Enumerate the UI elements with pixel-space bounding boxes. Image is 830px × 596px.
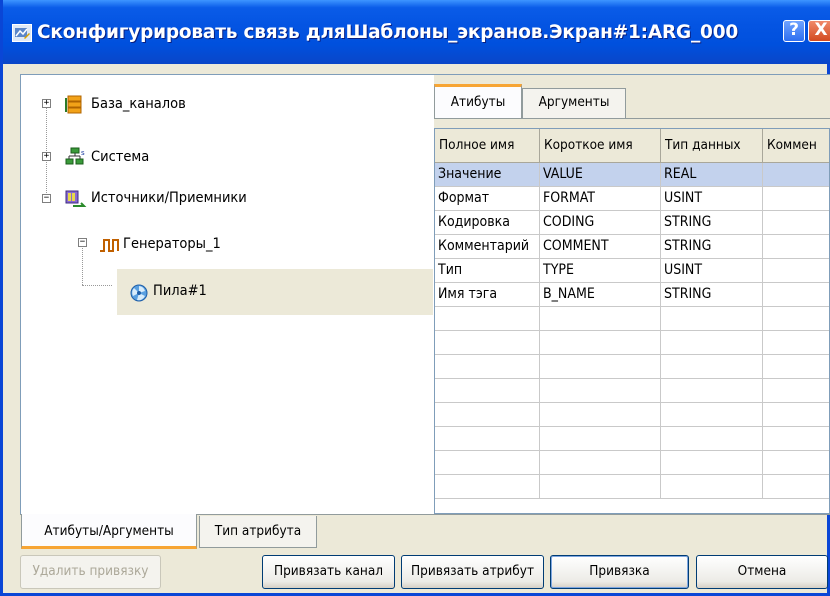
cell-full-name: Тип xyxy=(435,259,540,283)
tab-strip-line xyxy=(434,118,830,119)
attributes-panel: Атибуты Аргументы Полное имя Короткое им… xyxy=(434,75,830,514)
cell-short-name: VALUE xyxy=(540,163,661,187)
cell-full-name: Имя тэга xyxy=(435,283,540,307)
table-row[interactable]: Тип TYPE USINT xyxy=(435,259,829,283)
cell-comment xyxy=(763,259,829,283)
tab-attributes[interactable]: Атибуты xyxy=(434,84,522,118)
tree-item-label: База_каналов xyxy=(91,96,186,112)
cancel-button[interactable]: Отмена xyxy=(696,555,828,589)
column-header-full-name[interactable]: Полное имя xyxy=(435,129,540,163)
empty-table-row xyxy=(435,475,829,499)
cell-full-name: Комментарий xyxy=(435,235,540,259)
source-icon xyxy=(65,189,87,213)
tree-item-label: Источники/Приемники xyxy=(91,190,247,206)
table-row[interactable]: Формат FORMAT USINT xyxy=(435,187,829,211)
cell-data-type: USINT xyxy=(661,259,763,283)
title-bar[interactable]: Сконфигурировать связь дляШаблоны_экрано… xyxy=(3,0,830,64)
table-row[interactable]: Имя тэга B_NAME STRING xyxy=(435,283,829,307)
table-row[interactable]: Значение VALUE REAL xyxy=(435,163,829,187)
window-title: Сконфигурировать связь дляШаблоны_экрано… xyxy=(37,22,739,43)
cell-data-type: STRING xyxy=(661,235,763,259)
cell-data-type: STRING xyxy=(661,283,763,307)
bind-channel-button[interactable]: Привязать канал xyxy=(262,555,395,589)
cell-comment xyxy=(763,187,829,211)
table-row[interactable]: Комментарий COMMENT STRING xyxy=(435,235,829,259)
expand-icon[interactable]: + xyxy=(42,99,51,108)
binding-button[interactable]: Привязка xyxy=(550,555,689,589)
tree-item-label: Пила#1 xyxy=(153,283,207,299)
cell-full-name: Значение xyxy=(435,163,540,187)
expand-icon[interactable]: + xyxy=(42,152,51,161)
column-header-short-name[interactable]: Короткое имя xyxy=(540,129,661,163)
tab-attribute-type[interactable]: Тип атрибута xyxy=(199,516,317,548)
tree-item-channel-base[interactable]: + База_каналов xyxy=(21,94,421,116)
cell-short-name: FORMAT xyxy=(540,187,661,211)
tree-item-label: Генераторы_1 xyxy=(123,236,221,252)
cell-short-name: COMMENT xyxy=(540,235,661,259)
app-icon xyxy=(12,24,32,42)
cell-comment xyxy=(763,211,829,235)
fan-icon xyxy=(129,283,149,307)
cell-full-name: Формат xyxy=(435,187,540,211)
cell-data-type: USINT xyxy=(661,187,763,211)
tree-item-saw[interactable]: Пила#1 xyxy=(121,281,421,303)
empty-table-row xyxy=(435,331,829,355)
collapse-icon[interactable]: − xyxy=(42,194,51,203)
cell-comment xyxy=(763,235,829,259)
column-header-data-type[interactable]: Тип данных xyxy=(661,129,763,163)
tab-arguments[interactable]: Аргументы xyxy=(522,88,626,118)
collapse-icon[interactable]: − xyxy=(78,238,87,247)
svg-text:s: s xyxy=(81,149,85,157)
column-header-comment[interactable]: Коммен xyxy=(763,129,829,163)
tree-item-generators[interactable]: − Генераторы_1 xyxy=(21,234,421,256)
cell-short-name: CODING xyxy=(540,211,661,235)
cell-full-name: Кодировка xyxy=(435,211,540,235)
cell-comment xyxy=(763,163,829,187)
tree-guide-line xyxy=(82,285,112,286)
table-row[interactable]: Кодировка CODING STRING xyxy=(435,211,829,235)
cell-comment xyxy=(763,283,829,307)
tree-item-system[interactable]: + s Система xyxy=(21,147,421,169)
help-button[interactable]: ? xyxy=(783,20,805,42)
empty-table-row xyxy=(435,451,829,475)
channel-tree[interactable]: + База_каналов + s Система − Источники/П… xyxy=(21,75,433,514)
bind-attribute-button[interactable]: Привязать атрибут xyxy=(401,555,544,589)
cell-data-type: STRING xyxy=(661,211,763,235)
tree-item-sources[interactable]: − Источники/Приемники xyxy=(21,188,421,210)
main-panel: + База_каналов + s Система − Источники/П… xyxy=(20,74,830,515)
table-header: Полное имя Короткое имя Тип данных Комме… xyxy=(435,129,829,163)
empty-table-row xyxy=(435,355,829,379)
tree-item-label: Система xyxy=(91,149,150,165)
empty-table-row xyxy=(435,379,829,403)
empty-table-row xyxy=(435,427,829,451)
unbind-button[interactable]: Удалить привязку xyxy=(20,555,161,589)
close-button[interactable]: X xyxy=(808,20,830,42)
dialog-window: Сконфигурировать связь дляШаблоны_экрано… xyxy=(0,0,830,596)
pulse-icon xyxy=(99,236,121,258)
cell-short-name: TYPE xyxy=(540,259,661,283)
cell-short-name: B_NAME xyxy=(540,283,661,307)
empty-table-row xyxy=(435,403,829,427)
database-icon xyxy=(65,95,83,119)
network-icon: s xyxy=(65,147,87,171)
cell-data-type: REAL xyxy=(661,163,763,187)
attributes-table[interactable]: Полное имя Короткое имя Тип данных Комме… xyxy=(434,128,830,514)
tab-attributes-arguments[interactable]: Атибуты/Аргументы xyxy=(21,514,197,549)
empty-table-row xyxy=(435,307,829,331)
